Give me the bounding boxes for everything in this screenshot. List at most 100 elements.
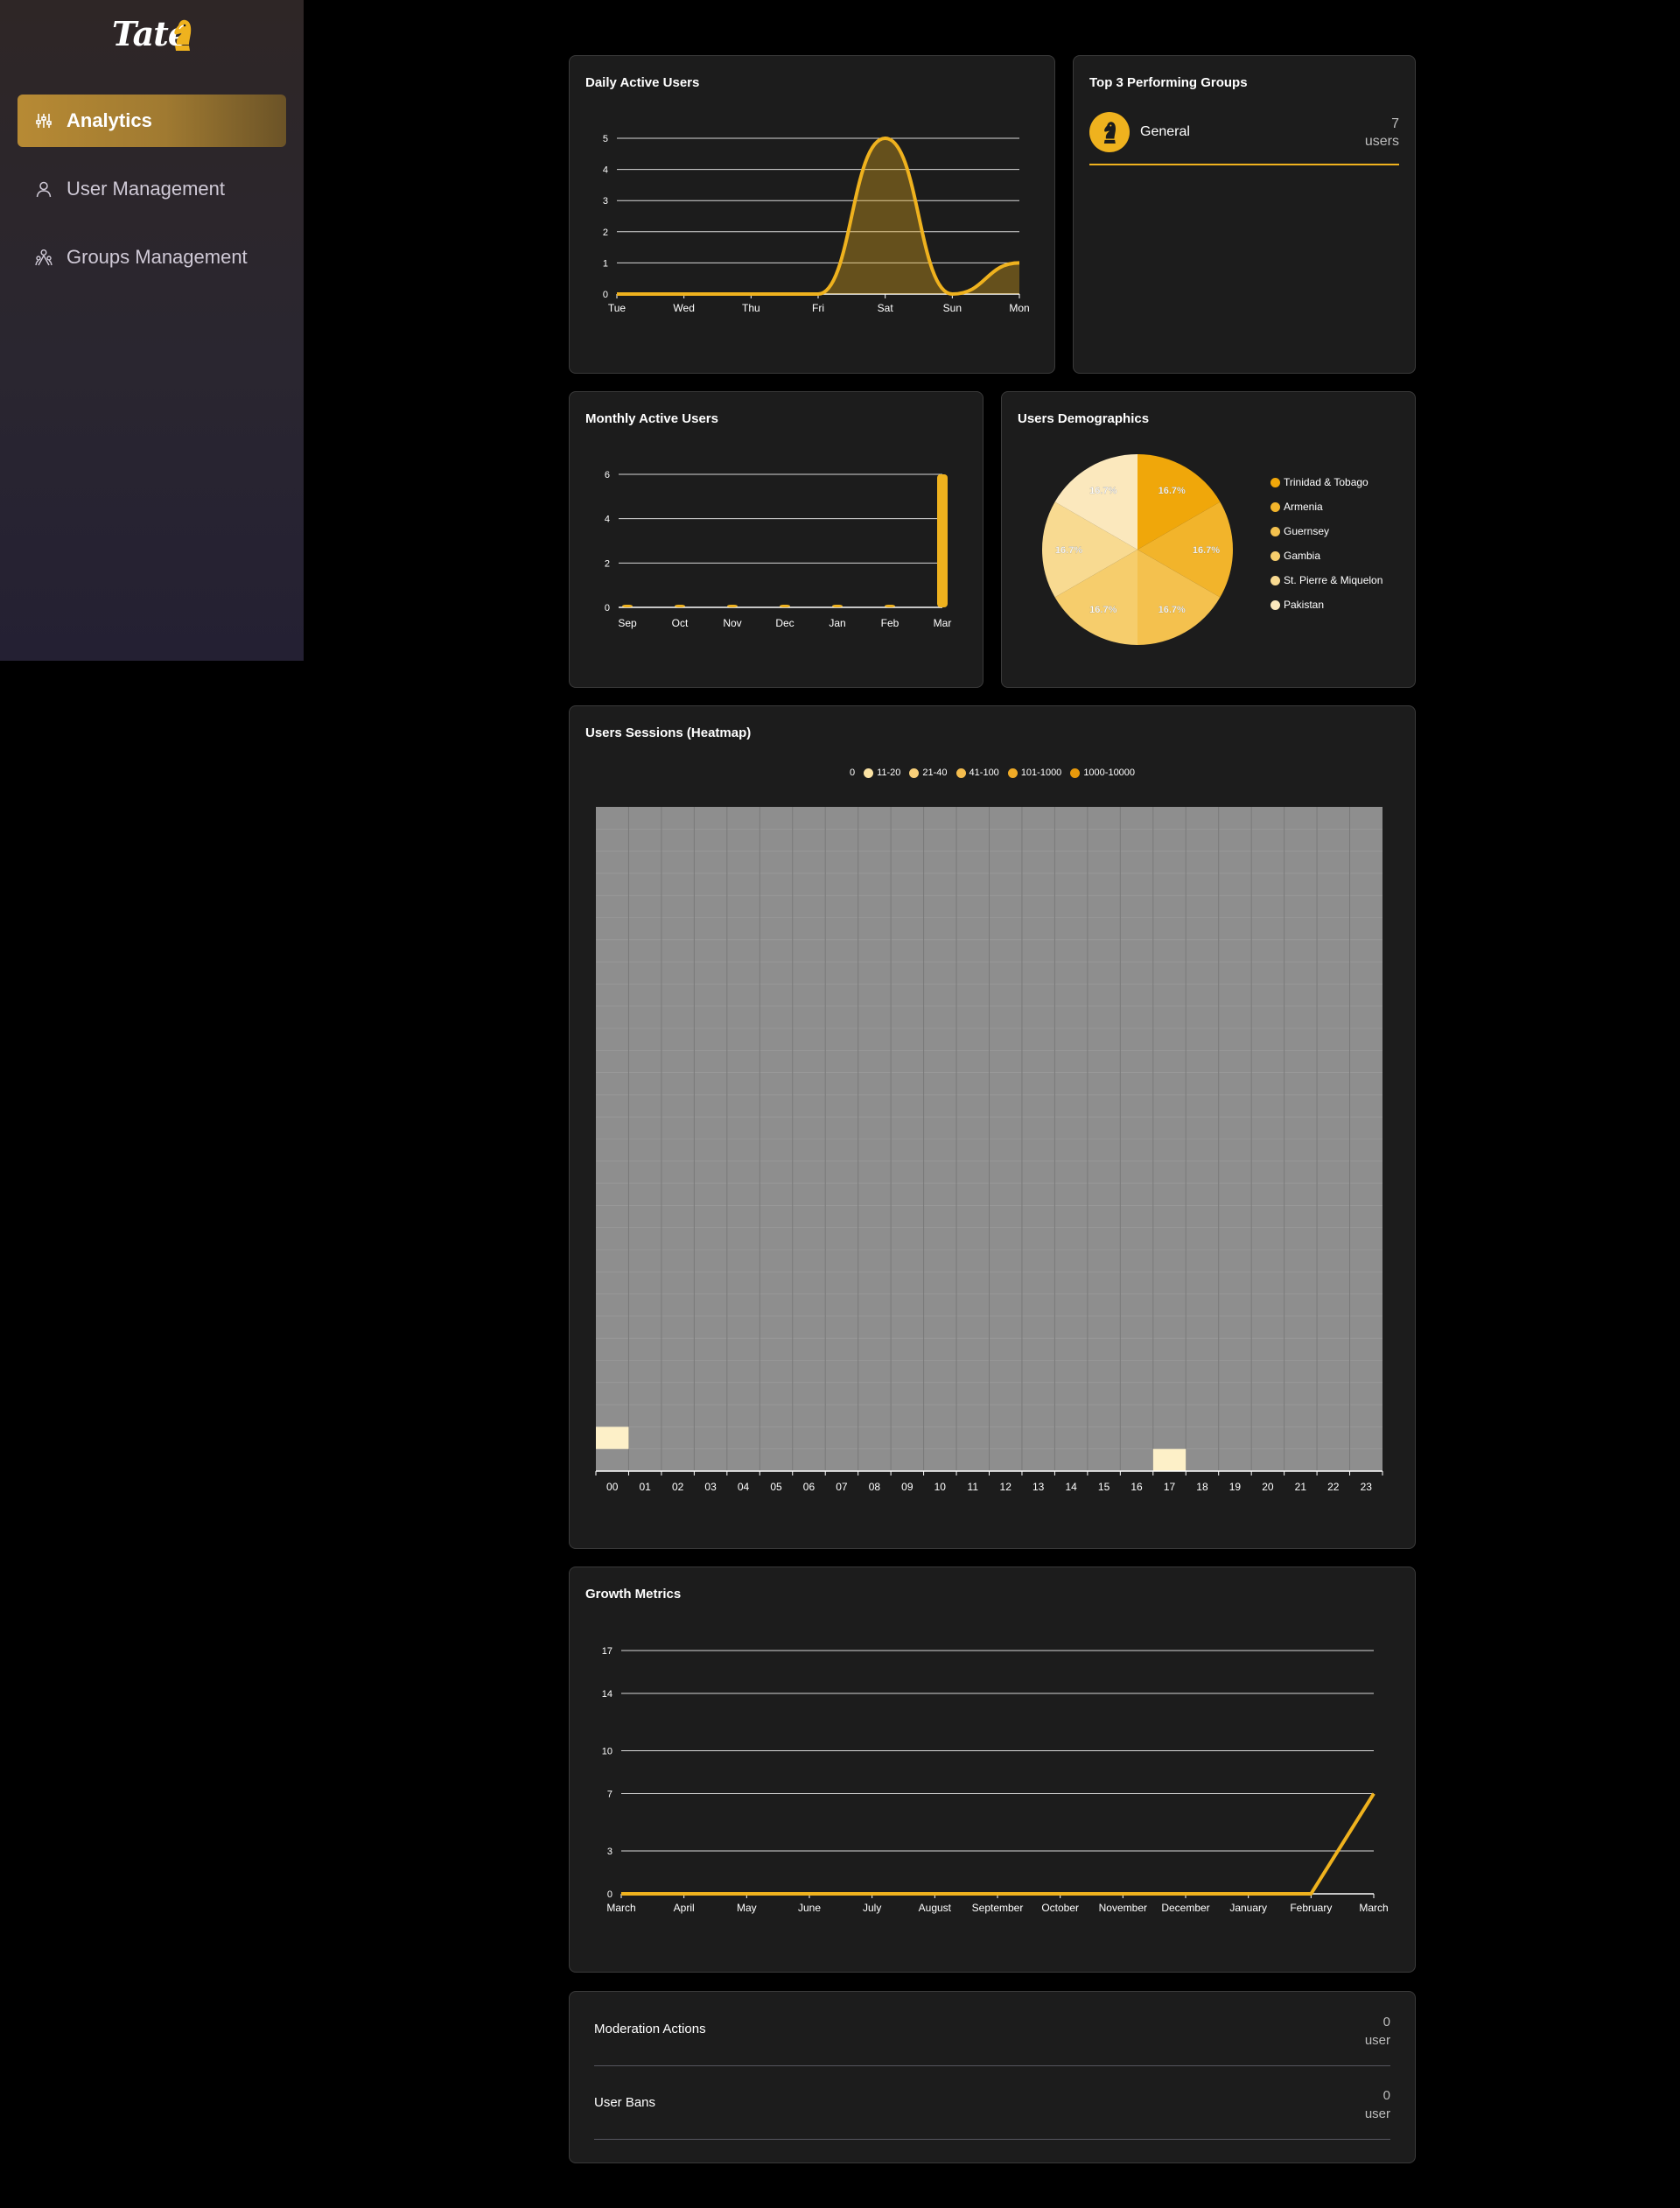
moderation-card: Moderation Actions 0 user User Bans 0 us… [569, 1991, 1416, 2163]
x-tick-label: March [1359, 1902, 1388, 1914]
y-tick-label: 3 [603, 196, 608, 207]
group-avatar [1089, 112, 1130, 152]
pie-value-label: 16.7% [1089, 605, 1116, 615]
legend-item[interactable]: Gambia [1270, 550, 1320, 562]
x-tick-label: Sun [943, 302, 962, 314]
sliders-icon [33, 110, 54, 131]
pie-value-label: 16.7% [1055, 545, 1082, 556]
y-tick-label: 10 [602, 1746, 612, 1756]
legend-item[interactable]: Armenia [1270, 501, 1323, 513]
x-tick-label: 14 [1065, 1481, 1077, 1493]
x-tick-label: September [972, 1902, 1024, 1914]
sidebar-item-label: User Management [66, 178, 225, 200]
x-tick-label: Sep [618, 617, 637, 629]
y-tick-label: 5 [603, 134, 608, 144]
group-user-count: 7 users [1365, 116, 1399, 151]
y-tick-label: 4 [603, 165, 608, 176]
x-tick-label: 16 [1130, 1481, 1143, 1493]
y-tick-label: 2 [605, 558, 610, 569]
mod-value: 0 user [1365, 2086, 1390, 2123]
x-tick-label: 00 [606, 1481, 619, 1493]
x-tick-label: 03 [704, 1481, 717, 1493]
x-tick-label: May [737, 1902, 757, 1914]
daily-active-users-chart: 0 1 2 3 4 5 Tue Wed Thu Fri Sat Sun Mon [603, 134, 1030, 314]
bar [675, 605, 685, 607]
group-count-unit: users [1364, 134, 1399, 149]
x-tick-label: January [1229, 1902, 1267, 1914]
heatmap-cell [1152, 1448, 1186, 1471]
x-tick-label: October [1041, 1902, 1079, 1914]
x-tick-label: 15 [1098, 1481, 1110, 1493]
x-tick-label: Jan [829, 617, 845, 629]
growth-metrics-chart: 0 3 7 10 14 17 March April May June July August Sept… [602, 1646, 1389, 1914]
legend-swatch [1270, 501, 1280, 512]
x-tick-label: Tue [608, 302, 626, 314]
y-tick-label: 3 [607, 1847, 612, 1857]
y-tick-label: 0 [605, 603, 610, 613]
sidebar-item-label: Groups Management [66, 246, 248, 268]
legend-swatch [1270, 599, 1280, 610]
bar [622, 605, 633, 607]
area-fill [617, 138, 1019, 294]
legend-label: Gambia [1284, 550, 1321, 562]
sidebar-item-label: Analytics [66, 109, 152, 131]
legend-item[interactable]: Pakistan [1270, 599, 1324, 611]
mod-value-number: 0 [1382, 2088, 1390, 2103]
pie-legend: Trinidad & Tobago Armenia Guernsey Gambia St… [1270, 476, 1410, 616]
chess-knight-icon [1103, 122, 1116, 144]
x-tick-label: November [1099, 1902, 1147, 1914]
group-name: General [1140, 124, 1190, 139]
y-tick-label: 0 [603, 290, 608, 300]
x-tick-label: Wed [673, 302, 694, 314]
legend-label: Guernsey [1284, 525, 1330, 537]
legend-label: Trinidad & Tobago [1284, 476, 1368, 488]
monthly-active-users-card: Monthly Active Users 0 2 4 6 Sep Oct Nov Dec Jan… [569, 391, 984, 688]
x-tick-label: 09 [901, 1481, 914, 1493]
top-groups-card: Top 3 Performing Groups General 7 users [1073, 55, 1416, 374]
y-tick-label: 2 [603, 228, 608, 238]
x-tick-label: Dec [775, 617, 794, 629]
legend-label: Armenia [1284, 501, 1323, 513]
x-tick-label: 13 [1032, 1481, 1045, 1493]
demographics-pie-chart: 16.7% 16.7% 16.7% 16.7% 16.7% 16.7% [1042, 454, 1233, 645]
y-tick-label: 6 [605, 470, 610, 480]
x-tick-label: 12 [1000, 1481, 1012, 1493]
user-icon [33, 179, 54, 200]
x-tick-label: 01 [640, 1481, 652, 1493]
mod-value-unit: user [1364, 2033, 1390, 2048]
x-tick-label: 18 [1196, 1481, 1208, 1493]
x-tick-label: 21 [1295, 1481, 1307, 1493]
x-tick-label: 04 [738, 1481, 750, 1493]
group-count-value: 7 [1391, 116, 1399, 131]
monthly-active-users-chart: 0 2 4 6 Sep Oct Nov Dec Jan Feb Mar [605, 470, 952, 629]
y-tick-label: 7 [607, 1790, 612, 1800]
x-tick-label: Mon [1009, 302, 1029, 314]
group-row[interactable]: General 7 users [1089, 112, 1399, 156]
x-tick-label: Mar [934, 617, 952, 629]
legend-label: Pakistan [1284, 599, 1325, 611]
x-tick-label: 19 [1229, 1481, 1242, 1493]
x-tick-label: 08 [869, 1481, 881, 1493]
sidebar-item-groups-management[interactable]: Groups Management [18, 231, 286, 284]
bar [832, 605, 843, 607]
legend-swatch [1270, 550, 1280, 561]
x-tick-label: 22 [1327, 1481, 1340, 1493]
y-tick-label: 14 [602, 1689, 612, 1700]
x-tick-label: Thu [742, 302, 760, 314]
user-bans-row: User Bans 0 user [594, 2065, 1390, 2140]
legend-swatch [1270, 526, 1280, 536]
sidebar-item-analytics[interactable]: Analytics [18, 95, 286, 147]
sidebar-item-user-management[interactable]: User Management [18, 163, 286, 215]
legend-label: St. Pierre & Miquelon [1284, 574, 1383, 586]
legend-item[interactable]: Guernsey [1270, 525, 1329, 537]
x-tick-label: 20 [1262, 1481, 1274, 1493]
bar [727, 605, 738, 607]
chess-knight-icon [174, 19, 192, 51]
heatmap-chart: 00 01 02 03 04 05 06 07 08 09 10 11 12 13 14 15 16 17 18 19… [595, 807, 1383, 1493]
legend-item[interactable]: St. Pierre & Miquelon [1270, 574, 1382, 586]
mod-value-number: 0 [1382, 2015, 1390, 2029]
legend-item[interactable]: Trinidad & Tobago [1270, 476, 1368, 488]
bar [937, 474, 948, 607]
logo[interactable]: Tate [108, 12, 196, 56]
x-tick-label: 17 [1164, 1481, 1176, 1493]
